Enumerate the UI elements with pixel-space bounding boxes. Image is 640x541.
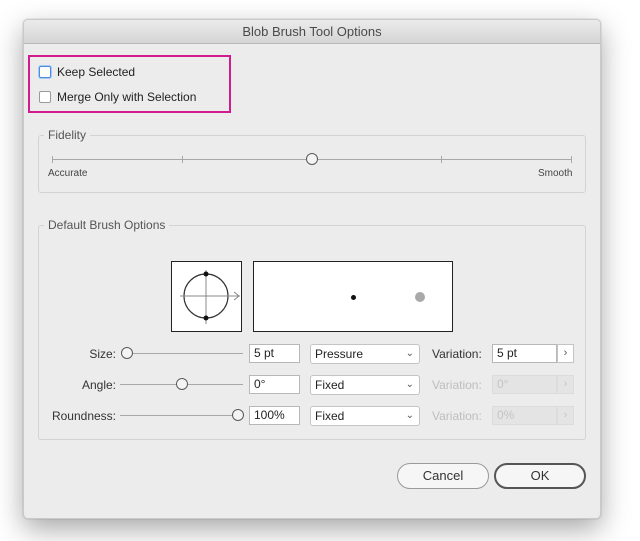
angle-slider-thumb[interactable] bbox=[176, 378, 188, 390]
angle-mode-value: Fixed bbox=[315, 378, 345, 392]
dialog-title: Blob Brush Tool Options bbox=[24, 20, 600, 44]
brush-stroke-preview bbox=[253, 261, 453, 332]
angle-variation-label: Variation: bbox=[432, 378, 482, 392]
fidelity-tick bbox=[571, 156, 572, 163]
chevron-right-icon: › bbox=[563, 347, 568, 359]
roundness-input[interactable]: 100% bbox=[249, 406, 300, 425]
fidelity-max-label: Smooth bbox=[538, 168, 573, 179]
brush-size-dot bbox=[351, 295, 356, 300]
fidelity-min-label: Accurate bbox=[48, 168, 88, 179]
size-variation-input[interactable]: 5 pt bbox=[492, 344, 557, 363]
chevron-right-icon: › bbox=[563, 378, 568, 390]
size-variation-stepper[interactable]: › bbox=[557, 344, 574, 363]
roundness-mode-value: Fixed bbox=[315, 409, 345, 423]
fidelity-tick bbox=[441, 156, 442, 163]
size-slider-thumb[interactable] bbox=[121, 347, 133, 359]
fidelity-tick bbox=[52, 156, 53, 163]
roundness-variation-stepper: › bbox=[557, 406, 574, 425]
roundness-variation-input: 0% bbox=[492, 406, 557, 425]
cancel-button[interactable]: Cancel bbox=[397, 463, 489, 489]
roundness-slider-track[interactable] bbox=[120, 415, 238, 416]
size-mode-select[interactable]: Pressure ⌄ bbox=[310, 344, 420, 364]
size-slider-track[interactable] bbox=[127, 353, 243, 354]
roundness-mode-select[interactable]: Fixed ⌄ bbox=[310, 406, 420, 426]
brush-shape-preview[interactable] bbox=[171, 261, 242, 332]
angle-variation-input: 0° bbox=[492, 375, 557, 394]
angle-mode-select[interactable]: Fixed ⌄ bbox=[310, 375, 420, 395]
angle-input[interactable]: 0° bbox=[249, 375, 300, 394]
merge-only-checkbox[interactable] bbox=[39, 91, 51, 103]
merge-only-label: Merge Only with Selection bbox=[57, 90, 197, 104]
chevron-down-icon: ⌄ bbox=[405, 379, 414, 390]
roundness-slider-thumb[interactable] bbox=[232, 409, 244, 421]
chevron-right-icon: › bbox=[563, 409, 568, 421]
roundness-label: Roundness: bbox=[51, 409, 116, 423]
chevron-down-icon: ⌄ bbox=[405, 410, 414, 421]
chevron-down-icon: ⌄ bbox=[405, 348, 414, 359]
brush-shape-icon bbox=[180, 270, 240, 324]
ok-button[interactable]: OK bbox=[494, 463, 586, 489]
size-label: Size: bbox=[89, 347, 116, 361]
keep-selected-option[interactable]: Keep Selected bbox=[39, 65, 135, 79]
keep-selected-label: Keep Selected bbox=[57, 65, 136, 79]
merge-only-option[interactable]: Merge Only with Selection bbox=[39, 90, 196, 104]
roundness-variation-label: Variation: bbox=[432, 409, 482, 423]
keep-selected-checkbox[interactable] bbox=[39, 66, 51, 78]
fidelity-tick bbox=[182, 156, 183, 163]
size-mode-value: Pressure bbox=[315, 347, 364, 361]
size-input[interactable]: 5 pt bbox=[249, 344, 300, 363]
angle-variation-stepper: › bbox=[557, 375, 574, 394]
size-variation-label: Variation: bbox=[432, 347, 482, 361]
highlight-box bbox=[28, 55, 231, 113]
fidelity-slider-thumb[interactable] bbox=[306, 153, 318, 165]
fidelity-group-label: Fidelity bbox=[44, 128, 91, 142]
brush-variation-dot bbox=[415, 292, 425, 302]
brush-options-group-label: Default Brush Options bbox=[44, 218, 170, 232]
angle-label: Angle: bbox=[81, 378, 116, 392]
